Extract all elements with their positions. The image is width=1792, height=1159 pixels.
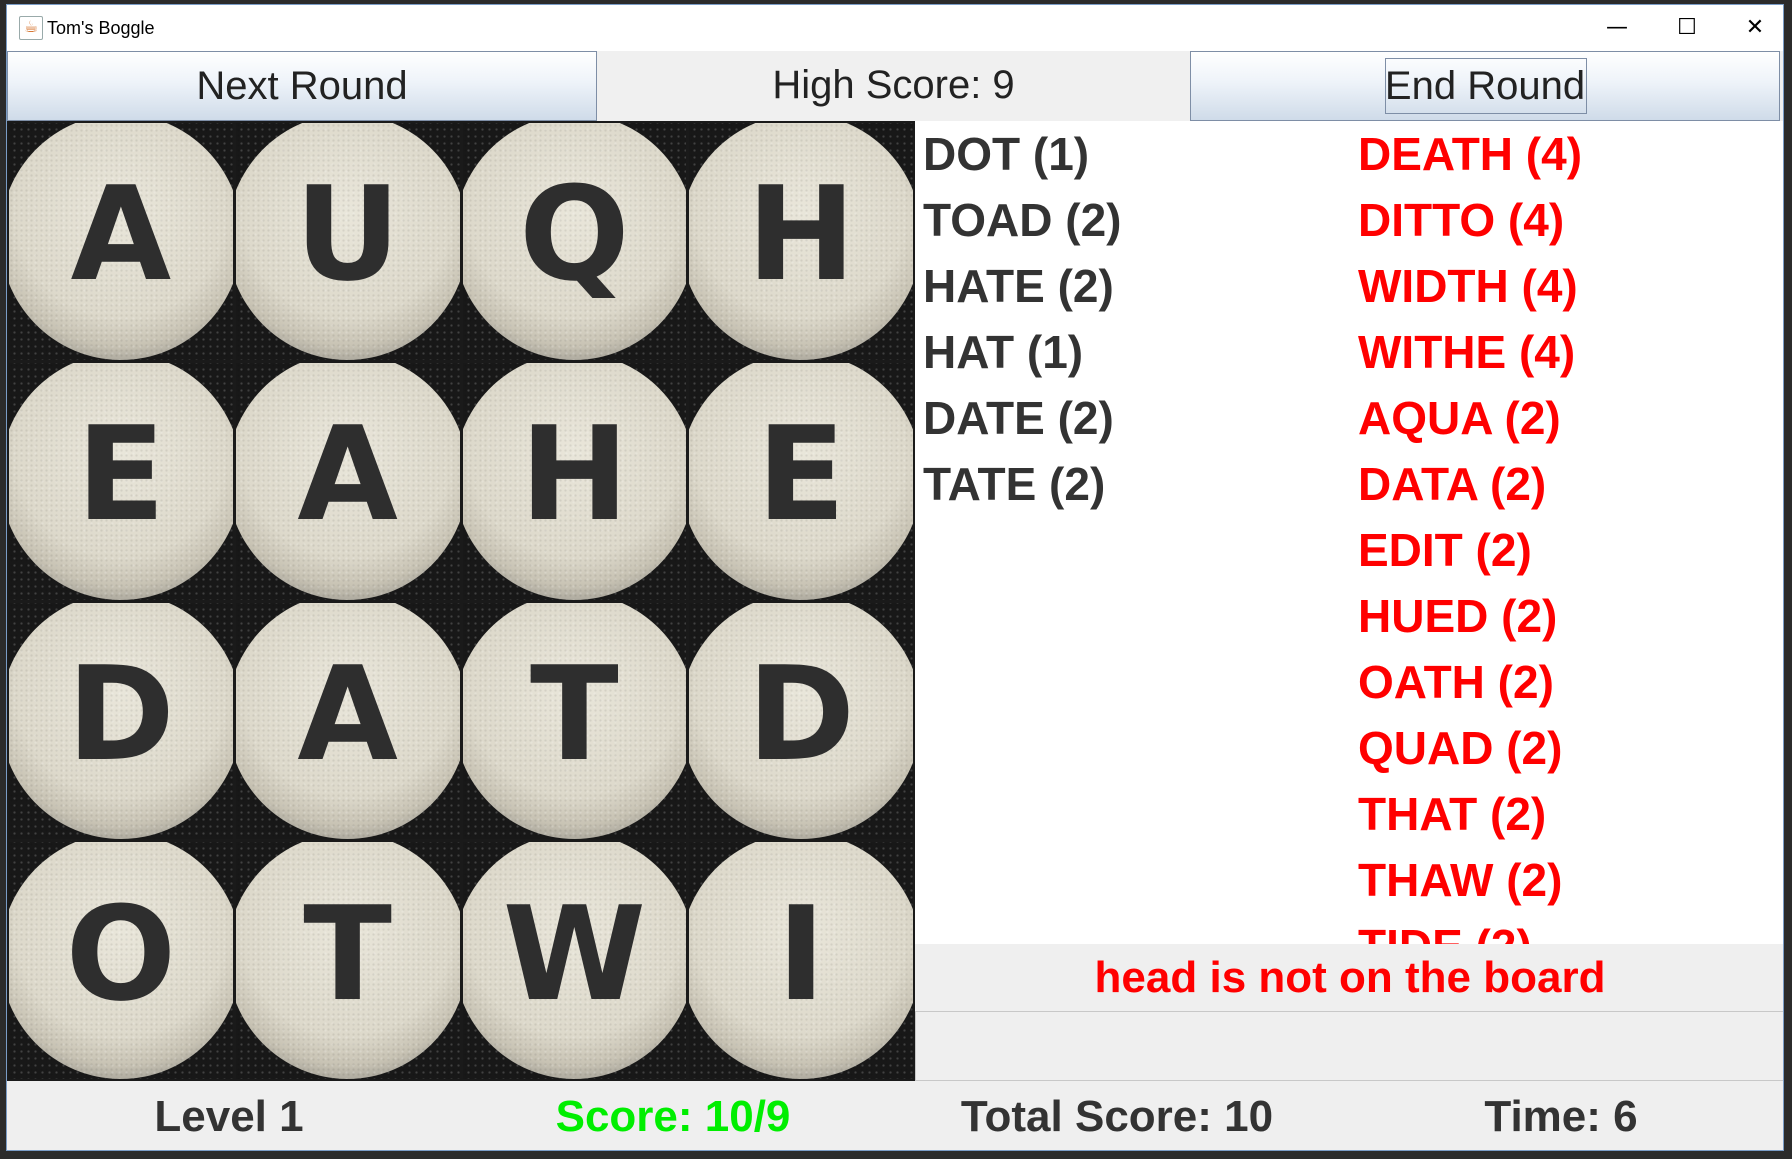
letter-tile[interactable]: A [9,123,233,360]
tile-letter: T [303,877,392,1030]
tile-letter: A [297,398,398,551]
letter-tile[interactable]: E [689,362,913,600]
time-label: Time: 6 [1484,1092,1638,1141]
missed-word: TIDE (2) [1358,913,1582,944]
letter-tile[interactable]: H [462,362,687,600]
missed-word: DATA (2) [1358,458,1547,510]
tile-letter: T [530,637,619,790]
letter-tile[interactable]: W [462,842,687,1079]
missed-word: EDIT (2) [1358,524,1532,576]
high-score-label: High Score: 9 [772,63,1015,107]
missed-word: THAW (2) [1358,854,1563,906]
found-word: TATE (2) [923,458,1106,510]
found-word: HAT (1) [923,326,1084,378]
java-cup-icon: ☕ [19,16,43,40]
missed-word: OATH (2) [1358,656,1554,708]
tile-letter: H [519,398,629,551]
score-label: Score: 10/9 [555,1092,791,1141]
missed-word: QUAD (2) [1358,722,1563,774]
minimize-button[interactable]: — [1582,5,1652,51]
total-score-label: Total Score: 10 [960,1092,1274,1141]
missed-word: WIDTH (4) [1358,260,1578,312]
tile-letter: D [66,637,175,790]
boggle-board: AUQHEAHEDATDOTWI [7,121,915,1081]
tile-letter: E [756,398,846,551]
found-word: DOT (1) [923,128,1090,180]
missed-word: DITTO (4) [1358,194,1565,246]
app-window: ☕ Tom's Boggle — ☐ ✕ Next Round High Sco… [6,4,1784,1151]
missed-word: HUED (2) [1358,590,1558,642]
found-word: HATE (2) [923,260,1114,312]
missed-word: AQUA (2) [1358,392,1561,444]
words-panel[interactable]: DOT (1) TOAD (2) HATE (2) HAT (1) DATE (2) TA… [915,121,1783,944]
letter-tile[interactable]: T [462,602,687,840]
tile-letter: U [294,158,401,311]
tile-letter: A [297,637,398,790]
missed-word: THAT (2) [1358,788,1547,840]
letter-tile[interactable]: Q [462,123,687,360]
focus-ring [1385,58,1587,114]
end-round-button[interactable]: End Round [1190,51,1780,121]
letter-tile[interactable]: H [689,123,913,360]
missed-words-list: DEATH (4) DITTO (4) WIDTH (4) WITHE (4) AQUA… [1358,121,1582,944]
status-message: head is not on the board [915,944,1783,1011]
letter-tile[interactable]: I [689,842,913,1079]
found-word: TOAD (2) [923,194,1122,246]
close-button[interactable]: ✕ [1720,5,1783,51]
window-title: Tom's Boggle [47,18,155,38]
next-round-button[interactable]: Next Round [7,51,597,121]
letter-tile[interactable]: U [235,123,460,360]
letter-tile[interactable]: A [235,602,460,840]
title-bar[interactable]: ☕ Tom's Boggle — ☐ ✕ [7,5,1783,51]
level-label: Level 1 [154,1092,304,1141]
letter-tile[interactable]: E [9,362,233,600]
letter-tile[interactable]: T [235,842,460,1079]
tile-letter: E [76,398,166,551]
letter-tile[interactable]: D [9,602,233,840]
missed-word: WITHE (4) [1358,326,1576,378]
letter-tile[interactable]: D [689,602,913,840]
found-word: DATE (2) [923,392,1114,444]
maximize-button[interactable]: ☐ [1652,5,1722,51]
tile-letter: H [746,158,856,311]
tile-letter: Q [519,158,630,311]
tile-letter: A [70,158,172,311]
tile-letter: W [502,877,647,1030]
tile-letter: I [776,877,826,1030]
letter-tile[interactable]: A [235,362,460,600]
missed-word: DEATH (4) [1358,128,1583,180]
letter-tile[interactable]: O [9,842,233,1079]
tile-letter: O [65,877,177,1030]
found-words-list: DOT (1) TOAD (2) HATE (2) HAT (1) DATE (2) TA… [923,121,1122,517]
tile-letter: D [747,637,856,790]
status-bar: Level 1 Score: 10/9 Total Score: 10 Time… [7,1081,1783,1150]
word-input[interactable] [915,1011,1783,1081]
